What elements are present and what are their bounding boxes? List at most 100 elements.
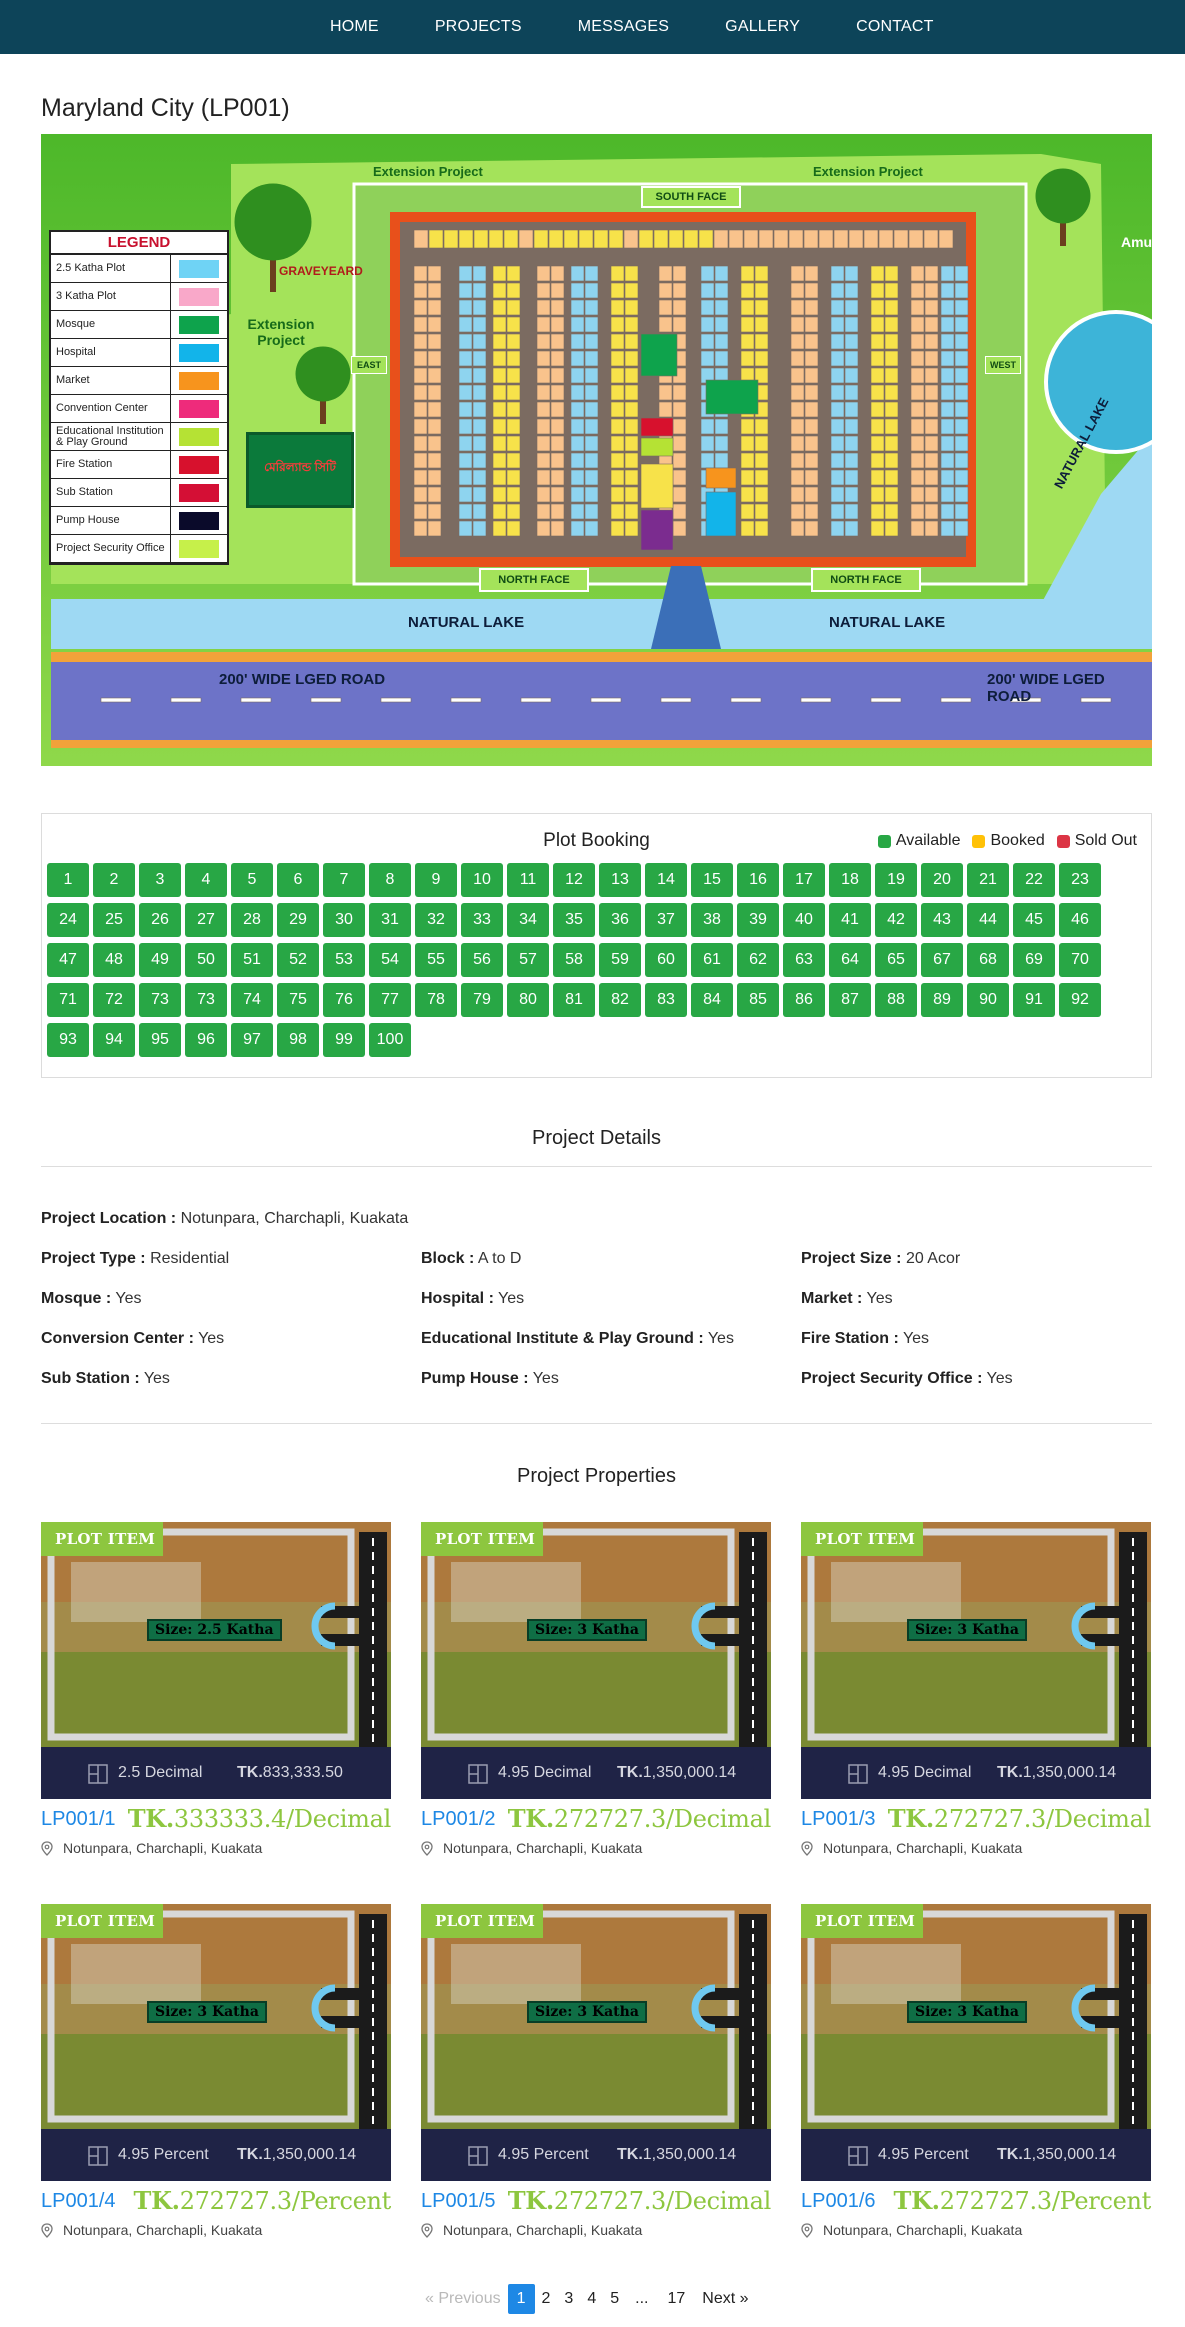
plot-button[interactable]: 62 [737,943,779,977]
plot-button[interactable]: 84 [691,983,733,1017]
plot-button[interactable]: 92 [1059,983,1101,1017]
plot-button[interactable]: 5 [231,863,273,897]
plot-button[interactable]: 99 [323,1023,365,1057]
pagination-page-1[interactable]: 1 [507,2284,535,2314]
plot-button[interactable]: 91 [1013,983,1055,1017]
plot-button[interactable]: 29 [277,903,319,937]
plot-button[interactable]: 58 [553,943,595,977]
plot-button[interactable]: 20 [921,863,963,897]
plot-button[interactable]: 44 [967,903,1009,937]
plot-photo[interactable]: PLOT ITEM Size: 3 Katha [801,1522,1151,1747]
property-card[interactable]: PLOT ITEM Size: 2.5 Katha 2.5 Decimal TK.83… [41,1522,391,1902]
property-card[interactable]: PLOT ITEM Size: 3 Katha 4.95 Percent TK.1,3… [41,1904,391,2284]
plot-button[interactable]: 59 [599,943,641,977]
plot-photo[interactable]: PLOT ITEM Size: 3 Katha [421,1904,771,2129]
plot-button[interactable]: 33 [461,903,503,937]
plot-button[interactable]: 89 [921,983,963,1017]
plot-button[interactable]: 64 [829,943,871,977]
plot-button[interactable]: 77 [369,983,411,1017]
plot-button[interactable]: 56 [461,943,503,977]
plot-button[interactable]: 27 [185,903,227,937]
plot-button[interactable]: 4 [185,863,227,897]
plot-button[interactable]: 85 [737,983,779,1017]
plot-id-link[interactable]: LP001/2 [421,1808,496,1831]
property-card[interactable]: PLOT ITEM Size: 3 Katha 4.95 Decimal TK.1,3… [801,1522,1151,1902]
plot-button[interactable]: 90 [967,983,1009,1017]
plot-button[interactable]: 88 [875,983,917,1017]
plot-button[interactable]: 63 [783,943,825,977]
plot-button[interactable]: 93 [47,1023,89,1057]
plot-button[interactable]: 42 [875,903,917,937]
plot-button[interactable]: 71 [47,983,89,1017]
plot-button[interactable]: 82 [599,983,641,1017]
plot-photo[interactable]: PLOT ITEM Size: 3 Katha [41,1904,391,2129]
plot-button[interactable]: 54 [369,943,411,977]
plot-button[interactable]: 61 [691,943,733,977]
plot-button[interactable]: 76 [323,983,365,1017]
plot-id-link[interactable]: LP001/5 [421,2190,496,2213]
plot-button[interactable]: 34 [507,903,549,937]
plot-button[interactable]: 13 [599,863,641,897]
plot-button[interactable]: 7 [323,863,365,897]
plot-button[interactable]: 69 [1013,943,1055,977]
plot-id-link[interactable]: LP001/3 [801,1808,876,1831]
plot-button[interactable]: 49 [139,943,181,977]
plot-button[interactable]: 15 [691,863,733,897]
plot-button[interactable]: 86 [783,983,825,1017]
plot-id-link[interactable]: LP001/6 [801,2190,876,2213]
plot-button[interactable]: 51 [231,943,273,977]
plot-button[interactable]: 95 [139,1023,181,1057]
plot-button[interactable]: 48 [93,943,135,977]
plot-button[interactable]: 75 [277,983,319,1017]
plot-button[interactable]: 50 [185,943,227,977]
plot-button[interactable]: 3 [139,863,181,897]
plot-button[interactable]: 45 [1013,903,1055,937]
plot-button[interactable]: 36 [599,903,641,937]
plot-button[interactable]: 38 [691,903,733,937]
plot-id-link[interactable]: LP001/1 [41,1808,116,1831]
plot-button[interactable]: 17 [783,863,825,897]
plot-button[interactable]: 30 [323,903,365,937]
plot-button[interactable]: 39 [737,903,779,937]
nav-gallery-link[interactable]: GALLERY [697,0,828,54]
plot-button[interactable]: 46 [1059,903,1101,937]
plot-button[interactable]: 47 [47,943,89,977]
pagination-page-4[interactable]: 4 [580,2284,603,2314]
plot-button[interactable]: 12 [553,863,595,897]
plot-button[interactable]: 73 [185,983,227,1017]
plot-button[interactable]: 74 [231,983,273,1017]
plot-button[interactable]: 87 [829,983,871,1017]
plot-button[interactable]: 65 [875,943,917,977]
plot-id-link[interactable]: LP001/4 [41,2190,116,2213]
plot-photo[interactable]: PLOT ITEM Size: 3 Katha [421,1522,771,1747]
plot-button[interactable]: 11 [507,863,549,897]
plot-button[interactable]: 40 [783,903,825,937]
plot-button[interactable]: 26 [139,903,181,937]
plot-button[interactable]: 79 [461,983,503,1017]
plot-button[interactable]: 9 [415,863,457,897]
plot-button[interactable]: 73 [139,983,181,1017]
plot-button[interactable]: 97 [231,1023,273,1057]
plot-button[interactable]: 78 [415,983,457,1017]
property-card[interactable]: PLOT ITEM Size: 3 Katha 4.95 Percent TK.1,3… [801,1904,1151,2284]
plot-button[interactable]: 72 [93,983,135,1017]
nav-contact-link[interactable]: CONTACT [828,0,962,54]
plot-button[interactable]: 55 [415,943,457,977]
plot-button[interactable]: 16 [737,863,779,897]
plot-button[interactable]: 67 [921,943,963,977]
nav-projects-link[interactable]: PROJECTS [407,0,550,54]
pagination-next[interactable]: Next » [695,2284,755,2314]
plot-button[interactable]: 18 [829,863,871,897]
plot-button[interactable]: 53 [323,943,365,977]
plot-button[interactable]: 21 [967,863,1009,897]
pagination-page-3[interactable]: 3 [557,2284,580,2314]
plot-button[interactable]: 100 [369,1023,411,1057]
nav-home-link[interactable]: HOME [302,0,407,54]
plot-button[interactable]: 52 [277,943,319,977]
plot-button[interactable]: 98 [277,1023,319,1057]
plot-photo[interactable]: PLOT ITEM Size: 3 Katha [801,1904,1151,2129]
plot-button[interactable]: 1 [47,863,89,897]
plot-button[interactable]: 19 [875,863,917,897]
plot-button[interactable]: 70 [1059,943,1101,977]
pagination-page-17[interactable]: 17 [657,2284,695,2314]
